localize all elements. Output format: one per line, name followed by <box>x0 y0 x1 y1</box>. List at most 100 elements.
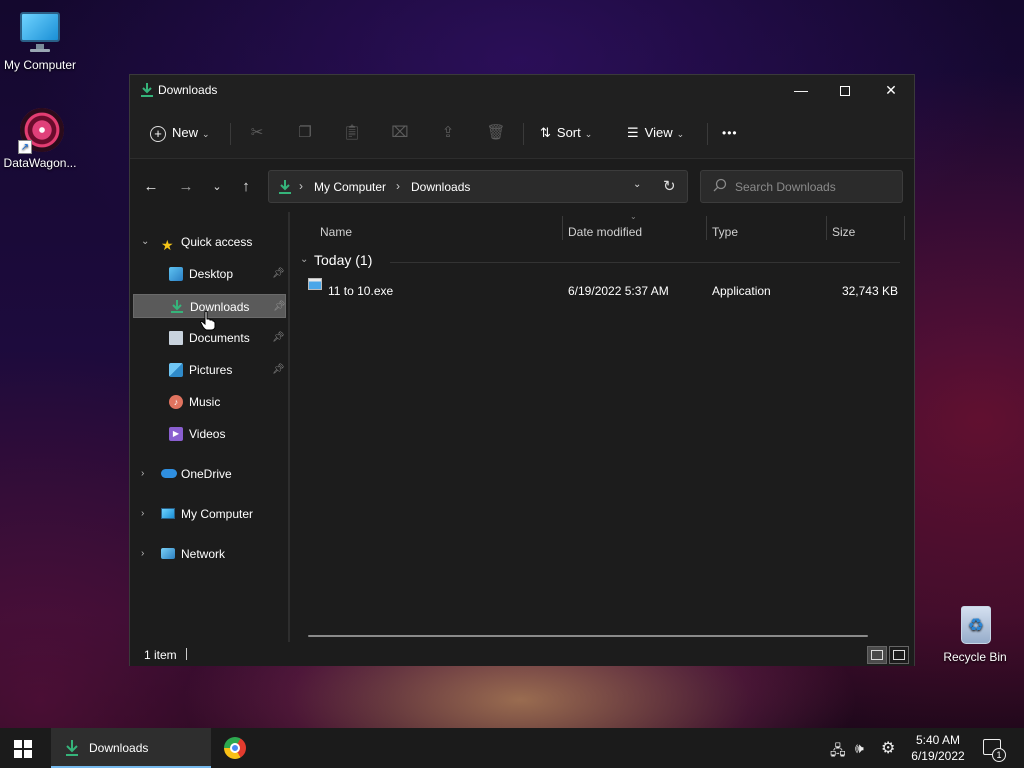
file-date-modified: 6/19/2022 5:37 AM <box>568 284 669 298</box>
navigation-pane-splitter[interactable] <box>288 212 290 642</box>
file-size: 32,743 KB <box>841 284 898 298</box>
minimize-button[interactable]: — <box>778 75 824 105</box>
nav-item-my-computer[interactable]: › My Computer <box>133 502 286 526</box>
desktop-icon-recycle-bin[interactable]: Recycle Bin <box>935 602 1015 664</box>
chrome-icon[interactable] <box>224 737 246 759</box>
nav-item-desktop[interactable]: Desktop 📌︎ <box>133 262 286 286</box>
sort-button[interactable]: ⇅ Sort ⌄ <box>540 118 592 148</box>
nav-quick-access[interactable]: ⌄ ★ Quick access <box>133 230 286 254</box>
clock-date: 6/19/2022 <box>911 749 965 763</box>
column-header-type[interactable]: Type <box>712 220 738 244</box>
pictures-icon <box>169 363 183 377</box>
close-button[interactable]: ✕ <box>868 75 914 105</box>
star-icon: ★ <box>161 237 174 253</box>
column-header-date-modified[interactable]: Date modified <box>568 220 642 244</box>
search-box[interactable] <box>700 170 903 203</box>
group-header-today[interactable]: ⌄ Today (1) <box>300 250 900 274</box>
breadcrumb-downloads[interactable]: Downloads <box>411 180 470 194</box>
group-divider <box>390 262 900 263</box>
large-icons-view-button[interactable] <box>889 646 909 664</box>
desktop-icon-my-computer[interactable]: My Computer <box>0 10 80 72</box>
address-bar[interactable]: › My Computer › Downloads ⌄ ↻ <box>268 170 688 203</box>
horizontal-scrollbar[interactable] <box>308 635 868 637</box>
clock[interactable]: 5:40 AM 6/19/2022 <box>905 732 971 764</box>
nav-item-onedrive[interactable]: › OneDrive <box>133 462 286 486</box>
file-type: Application <box>712 284 771 298</box>
nav-item-music[interactable]: ♪ Music <box>133 390 286 414</box>
title-bar[interactable]: Downloads — ✕ <box>130 75 914 105</box>
nav-item-videos[interactable]: ▶ Videos <box>133 422 286 446</box>
pin-icon[interactable]: 📌︎ <box>272 326 285 350</box>
rename-icon[interactable]: ⌧ <box>385 118 415 148</box>
forward-arrow-icon[interactable]: → <box>175 178 197 196</box>
recent-locations-chevron-icon[interactable]: ⌄ <box>206 178 228 196</box>
delete-icon[interactable]: 🗑︎ <box>481 118 511 148</box>
pin-icon[interactable]: 📌︎ <box>273 295 286 319</box>
nav-item-network[interactable]: › Network <box>133 542 286 566</box>
nav-item-label: Documents <box>189 331 250 345</box>
taskbar-item-downloads[interactable]: Downloads <box>51 728 211 768</box>
copy-icon[interactable]: ❐ <box>290 118 320 148</box>
status-divider <box>186 648 187 660</box>
network-tray-icon[interactable]: 🖧︎ <box>830 740 846 764</box>
shortcut-arrow-icon: ↗ <box>18 140 32 154</box>
nav-item-pictures[interactable]: Pictures 📌︎ <box>133 358 286 382</box>
plus-circle-icon: + <box>150 125 166 142</box>
column-header-name[interactable]: Name <box>320 220 352 244</box>
nav-item-label: Pictures <box>189 363 233 377</box>
nav-item-label: Desktop <box>189 267 234 281</box>
cut-icon[interactable]: ✂ <box>242 118 272 148</box>
desktop-icon-label: Recycle Bin <box>943 650 1007 664</box>
back-arrow-icon[interactable]: ← <box>140 178 162 196</box>
desktop-icon-label: DataWagon... <box>3 156 77 170</box>
monitor-icon <box>161 508 175 519</box>
volume-icon[interactable]: 🕪︎ <box>855 740 864 757</box>
file-list: Name ⌄ Date modified Type Size ⌄ Today (… <box>292 212 914 642</box>
file-row[interactable]: 11 to 10.exe 6/19/2022 5:37 AM Applicati… <box>300 278 904 304</box>
chevron-down-icon: ⌄ <box>141 236 150 247</box>
refresh-icon[interactable]: ↻ <box>663 177 676 195</box>
view-button[interactable]: ☰ View ⌄ <box>627 118 684 148</box>
nav-item-label: Music <box>189 395 221 409</box>
maximize-icon <box>840 86 850 97</box>
status-bar: 1 item <box>130 642 914 666</box>
up-arrow-icon[interactable]: ↑ <box>235 178 257 196</box>
desktop-icon-datawagon[interactable]: ↗ DataWagon... <box>0 108 80 170</box>
view-label: View <box>644 125 673 140</box>
column-divider[interactable] <box>706 216 707 240</box>
chevron-right-icon: › <box>299 179 303 193</box>
file-explorer-window: Downloads — ✕ + New ⌄ ✂ ❐ 📋︎ ⌧ ⇪ 🗑︎ ⇅ Sort ⌄… <box>129 74 915 666</box>
new-button[interactable]: + New ⌄ <box>150 118 210 148</box>
column-divider[interactable] <box>562 216 563 240</box>
paste-icon[interactable]: 📋︎ <box>337 118 367 148</box>
search-icon <box>713 178 727 192</box>
share-icon[interactable]: ⇪ <box>433 118 463 148</box>
column-divider[interactable] <box>826 216 827 240</box>
maximize-button[interactable] <box>822 75 868 105</box>
download-icon <box>66 740 78 756</box>
breadcrumb-my-computer[interactable]: My Computer <box>314 180 386 194</box>
pin-icon[interactable]: 📌︎ <box>272 358 285 382</box>
address-history-chevron-icon[interactable]: ⌄ <box>633 179 641 190</box>
more-options-button[interactable]: ••• <box>722 118 738 148</box>
start-button[interactable] <box>14 740 32 758</box>
nav-item-label: My Computer <box>181 507 254 521</box>
chevron-right-icon: › <box>141 468 145 479</box>
nav-item-label: Downloads <box>190 300 250 314</box>
pin-icon[interactable]: 📌︎ <box>272 262 285 286</box>
tiles-view-icon <box>893 650 905 660</box>
file-name: 11 to 10.exe <box>328 284 394 298</box>
search-input[interactable] <box>735 171 895 202</box>
sort-label: Sort <box>556 125 581 140</box>
gear-icon[interactable]: ⚙ <box>881 738 895 758</box>
documents-icon <box>169 331 183 345</box>
details-view-icon <box>871 650 883 660</box>
monitor-icon <box>18 10 62 54</box>
download-icon <box>279 180 291 194</box>
details-view-button[interactable] <box>867 646 887 664</box>
chevron-down-icon: ⌄ <box>676 129 685 139</box>
nav-item-label: Quick access <box>181 235 253 249</box>
column-header-size[interactable]: Size <box>832 220 855 244</box>
chevron-right-icon: › <box>141 548 145 559</box>
column-divider[interactable] <box>904 216 905 240</box>
